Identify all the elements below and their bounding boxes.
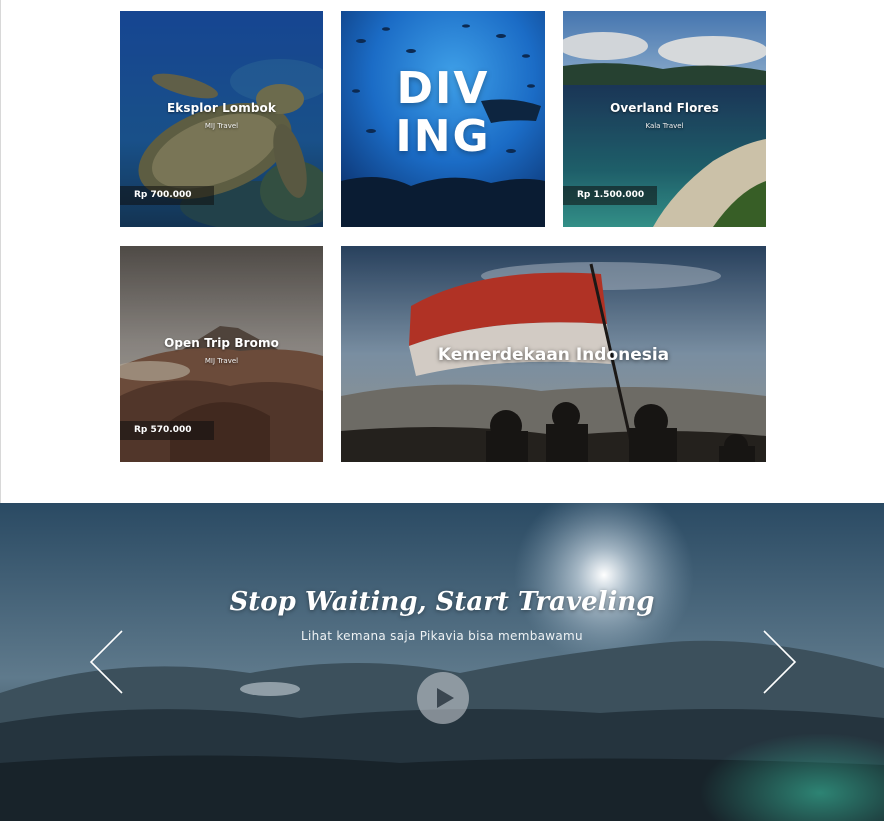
trip-title: Eksplor Lombok [167,101,276,115]
trip-title: Open Trip Bromo [164,336,279,350]
chevron-left-icon [89,630,123,694]
hero-subheading: Lihat kemana saja Pikavia bisa membawamu [301,629,583,643]
trip-card-kemerdekaan-indonesia[interactable]: Kemerdekaan Indonesia [341,246,766,462]
trip-organizer: MIJ Travel [204,357,239,365]
trip-organizer: Kala Travel [645,122,684,130]
diving-line-2: ING [395,111,491,162]
price-badge: Rp 1.500.000 [563,186,657,205]
play-video-button[interactable] [417,672,469,724]
trip-organizer: MIJ Travel [204,122,239,130]
hero-banner: Stop Waiting, Start Traveling Lihat kema… [0,503,884,821]
price-badge: Rp 570.000 [120,421,214,440]
hero-heading: Stop Waiting, Start Traveling [229,587,655,617]
trip-title: Overland Flores [610,101,719,115]
trip-title: Kemerdekaan Indonesia [437,345,670,365]
trip-card-open-trip-bromo[interactable]: Open Trip Bromo MIJ Travel Rp 570.000 [120,246,323,462]
diving-heading: DIV ING [341,65,545,161]
trip-card-overland-flores[interactable]: Overland Flores Kala Travel Rp 1.500.000 [563,11,766,227]
carousel-prev-button[interactable] [88,629,128,695]
carousel-next-button[interactable] [758,629,798,695]
diving-line-1: DIV [396,63,490,114]
mountain-background [0,503,884,821]
play-icon [437,688,454,708]
price-badge: Rp 700.000 [120,186,214,205]
trip-card-eksplor-lombok[interactable]: Eksplor Lombok MIJ Travel Rp 700.000 [120,11,323,227]
trip-card-diving[interactable]: DIV ING [341,11,545,227]
chevron-right-icon [763,630,797,694]
page-left-border [0,0,1,503]
